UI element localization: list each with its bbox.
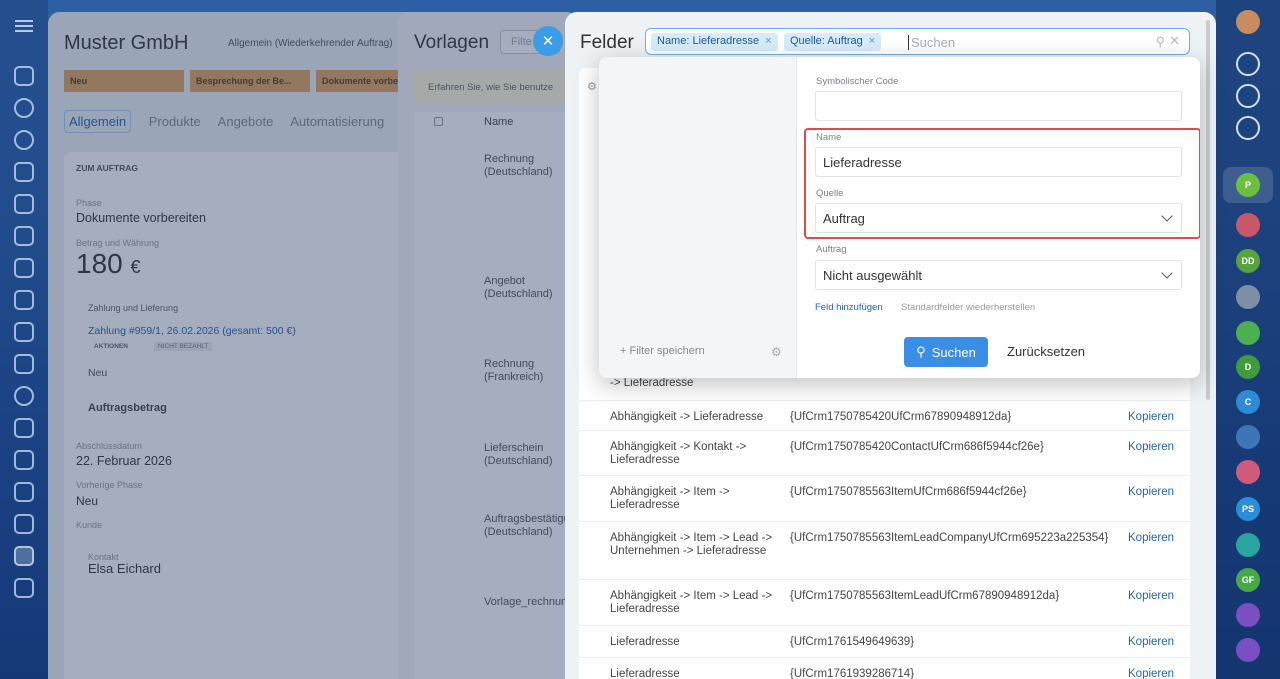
copilot-icon[interactable] xyxy=(1236,84,1260,108)
search-icon[interactable]: ⚲ xyxy=(1155,34,1165,50)
saved-filters-pane: + Filter speichern ⚙ xyxy=(599,57,797,378)
chat-avatar-p-icon[interactable]: P xyxy=(1236,173,1260,197)
menu-icon[interactable] xyxy=(15,20,33,32)
table-row: Abhängigkeit -> Item -> Lead -> Unterneh… xyxy=(579,521,1190,579)
automation-icon[interactable] xyxy=(14,482,34,502)
search-icon: ⚲ xyxy=(916,344,926,359)
fields-search-bar[interactable]: Name: Lieferadresse × Quelle: Auftrag × Su… xyxy=(645,28,1190,55)
copy-button[interactable]: Kopieren xyxy=(1128,411,1174,423)
order-select[interactable]: Nicht ausgewählt xyxy=(815,260,1182,290)
right-sidebar: P DD D C PS GF xyxy=(1216,0,1280,679)
support-icon[interactable] xyxy=(1236,116,1260,140)
chevron-down-icon xyxy=(1161,267,1173,279)
chevron-down-icon xyxy=(1161,210,1173,222)
checklist-icon[interactable] xyxy=(14,322,34,342)
tasks-icon[interactable] xyxy=(14,162,34,182)
calendar-icon[interactable] xyxy=(14,226,34,246)
source-label: Quelle xyxy=(816,188,844,199)
reset-button[interactable]: Zurücksetzen xyxy=(1007,344,1085,359)
chat-avatar-c-icon[interactable]: C xyxy=(1236,390,1260,414)
settings-icon[interactable]: ⚙ xyxy=(587,80,597,93)
chat-avatar-dd-icon[interactable]: DD xyxy=(1236,249,1260,273)
chat-avatar-photo-icon[interactable] xyxy=(1236,285,1260,309)
symbolic-code-label: Symbolischer Code xyxy=(816,76,899,87)
scrollbar[interactable] xyxy=(1206,20,1210,400)
source-select[interactable]: Auftrag xyxy=(815,203,1182,233)
archive-icon[interactable] xyxy=(14,578,34,598)
plus-icon: + xyxy=(620,345,627,357)
shop-icon[interactable] xyxy=(14,450,34,470)
filter-icon[interactable] xyxy=(14,546,34,566)
chat-avatar-group-icon[interactable] xyxy=(1236,425,1260,449)
copy-button[interactable]: Kopieren xyxy=(1128,590,1174,602)
chat-avatar-copilot2-icon[interactable] xyxy=(1236,638,1260,662)
copy-button[interactable]: Kopieren xyxy=(1128,636,1174,648)
chat-avatar-copilot-icon[interactable] xyxy=(1236,603,1260,627)
table-row: Abhängigkeit -> Lieferadresse {UfCrm1750… xyxy=(579,400,1190,430)
fields-title: Felder xyxy=(580,32,634,53)
chat-avatar-gf-icon[interactable]: GF xyxy=(1236,568,1260,592)
chat-avatar-red-icon[interactable] xyxy=(1236,213,1260,237)
user-avatar[interactable] xyxy=(1236,10,1260,34)
copy-button[interactable]: Kopieren xyxy=(1128,668,1174,679)
gear-icon[interactable]: ⚙ xyxy=(771,345,782,359)
sites-icon[interactable] xyxy=(14,290,34,310)
search-input[interactable]: Suchen xyxy=(908,35,955,50)
home-icon[interactable] xyxy=(14,66,34,86)
filter-chip-name[interactable]: Name: Lieferadresse × xyxy=(651,33,778,51)
drive-icon[interactable] xyxy=(14,258,34,278)
table-row: Abhängigkeit -> Kontakt -> Lieferadresse… xyxy=(579,430,1190,475)
close-icon[interactable]: × xyxy=(765,35,771,47)
chat-avatar-msg-icon[interactable] xyxy=(1236,533,1260,557)
order-label: Auftrag xyxy=(816,244,847,255)
close-icon[interactable]: ✕ xyxy=(533,26,563,56)
symbolic-code-input[interactable] xyxy=(815,91,1182,121)
notifications-icon[interactable] xyxy=(1236,52,1260,76)
table-row: Lieferadresse {UfCrm1761549649639} Kopie… xyxy=(579,625,1190,657)
left-sidebar xyxy=(0,0,48,679)
mail-icon[interactable] xyxy=(14,354,34,374)
clear-icon[interactable]: ✕ xyxy=(1169,33,1180,49)
marketing-icon[interactable] xyxy=(14,386,34,406)
chat-avatar-ps-icon[interactable]: PS xyxy=(1236,497,1260,521)
filter-popup: + Filter speichern ⚙ Symbolischer Code N… xyxy=(599,57,1200,378)
copy-button[interactable]: Kopieren xyxy=(1128,441,1174,453)
close-icon[interactable]: × xyxy=(869,35,875,47)
search-button[interactable]: ⚲ Suchen xyxy=(904,337,988,367)
market-icon[interactable] xyxy=(14,514,34,534)
save-filter-button[interactable]: + Filter speichern xyxy=(620,345,705,357)
table-row: Abhängigkeit -> Item -> Lieferadresse {U… xyxy=(579,475,1190,521)
name-input[interactable]: Lieferadresse xyxy=(815,147,1182,177)
copy-button[interactable]: Kopieren xyxy=(1128,486,1174,498)
chat-icon[interactable] xyxy=(14,194,34,214)
name-label: Name xyxy=(816,132,842,143)
copy-button[interactable]: Kopieren xyxy=(1128,532,1174,544)
filter-chip-source[interactable]: Quelle: Auftrag × xyxy=(784,33,882,51)
restore-fields-link[interactable]: Standardfelder wiederherstellen xyxy=(901,302,1035,313)
chat-avatar-calendar-icon[interactable] xyxy=(1236,460,1260,484)
table-row: Abhängigkeit -> Item -> Lead -> Lieferad… xyxy=(579,579,1190,625)
add-field-link[interactable]: Feld hinzufügen xyxy=(815,302,883,313)
chat-avatar-card-icon[interactable] xyxy=(1236,321,1260,345)
crm-icon[interactable] xyxy=(14,130,34,150)
sign-icon[interactable] xyxy=(14,418,34,438)
templates-overlay xyxy=(398,12,578,679)
table-row: Lieferadresse {UfCrm1761939286714} Kopie… xyxy=(579,657,1190,679)
activity-icon[interactable] xyxy=(14,98,34,118)
chat-avatar-d-icon[interactable]: D xyxy=(1236,355,1260,379)
templates-panel: Vorlagen Filte Erfahren Sie, wie Sie ben… xyxy=(398,12,582,679)
